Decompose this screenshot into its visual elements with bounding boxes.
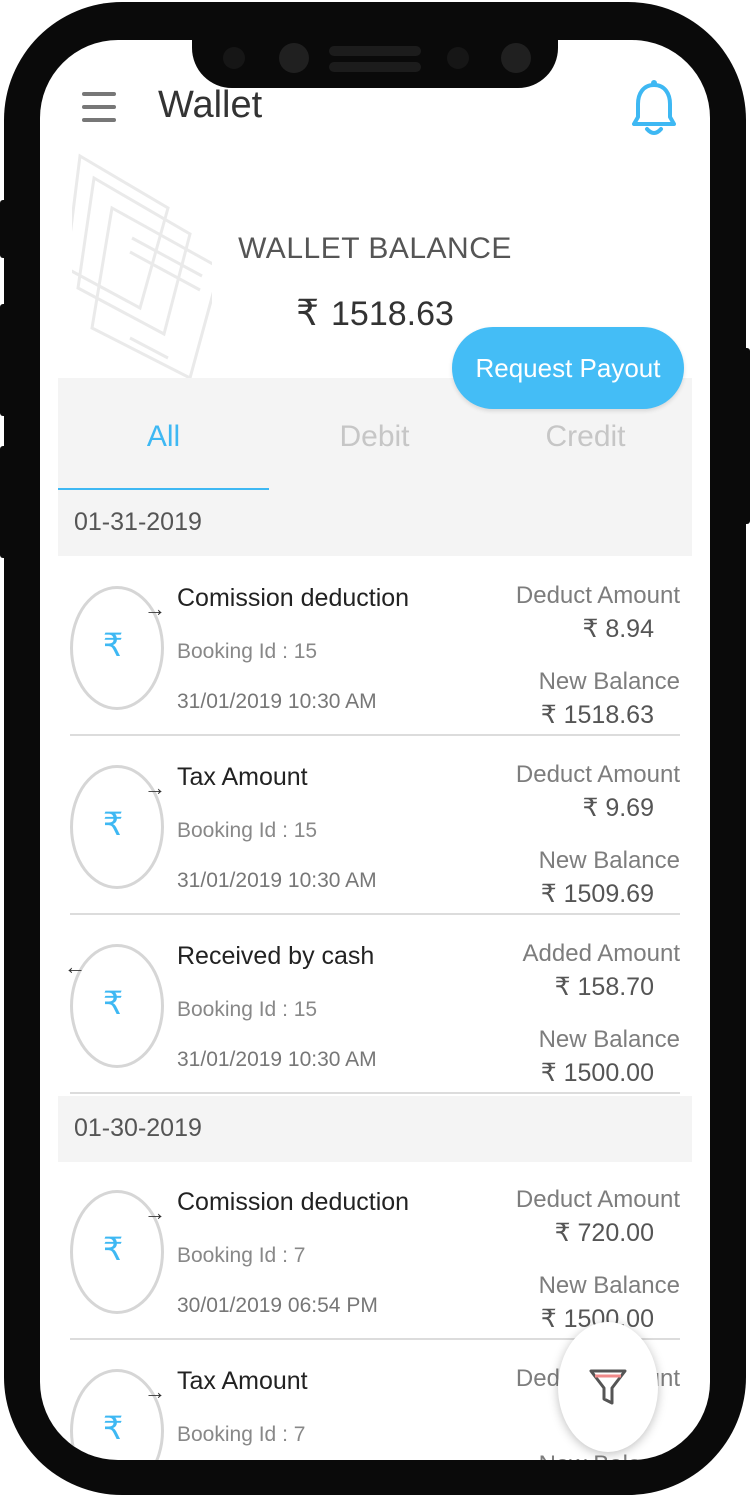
new-balance-value: ₹ 1509.69 — [540, 880, 654, 908]
date-header-label: 01-30-2019 — [74, 1114, 202, 1142]
date-header-label: 01-31-2019 — [74, 508, 202, 536]
transaction-row[interactable]: ₹ → Comission deduction Booking Id : 15 … — [58, 558, 692, 736]
rupee-icon: ₹ — [102, 806, 124, 842]
phone-power-button — [742, 348, 750, 524]
new-balance-label: New Balance — [538, 1272, 680, 1299]
phone-mute-switch — [0, 200, 8, 258]
amount-label: Deduct Amount — [515, 1186, 680, 1213]
amount-value: ₹ 9.69 — [582, 794, 654, 822]
rupee-icon: ₹ — [102, 985, 124, 1021]
arrow-right-icon: → — [144, 775, 166, 800]
date-header: 01-31-2019 — [58, 490, 692, 556]
rupee-icon: ₹ — [296, 292, 319, 333]
date-header: 01-30-2019 — [58, 1096, 692, 1162]
row-divider — [70, 1092, 680, 1094]
transaction-datetime: 31/01/2019 10:30 AM — [177, 690, 377, 713]
amount-label: Added Amount — [522, 940, 680, 967]
transaction-row[interactable]: ₹ ← Received by cash Booking Id : 15 31/… — [58, 916, 692, 1094]
balance-value: 1518.63 — [331, 295, 454, 333]
tab-debit[interactable]: Debit — [269, 420, 480, 454]
new-balance-label: New Balance — [539, 1451, 680, 1460]
new-balance-value: ₹ 1500.00 — [540, 1059, 654, 1087]
transaction-title: Tax Amount — [177, 763, 308, 791]
booking-id: Booking Id : 7 — [177, 1423, 306, 1446]
transaction-datetime: 30/01/2019 06:54 PM — [177, 1294, 378, 1317]
wallet-balance-label: WALLET BALANCE — [238, 232, 512, 265]
bell-icon[interactable] — [632, 80, 676, 138]
tab-credit[interactable]: Credit — [480, 420, 691, 454]
new-balance-label: New Balance — [538, 1026, 680, 1053]
request-payout-button[interactable]: Request Payout — [452, 327, 684, 409]
new-balance-label: New Balance — [538, 668, 680, 695]
booking-id: Booking Id : 7 — [177, 1244, 306, 1267]
rupee-icon: ₹ — [102, 1231, 124, 1267]
page-title: Wallet — [158, 84, 263, 126]
transaction-datetime: 31/01/2019 10:30 AM — [177, 1048, 377, 1071]
filter-button[interactable] — [558, 1322, 658, 1452]
amount-value: ₹ 8.94 — [582, 615, 654, 643]
phone-volume-up — [0, 304, 8, 416]
hamburger-menu-icon[interactable] — [82, 92, 116, 122]
arrow-left-icon: ← — [64, 954, 86, 979]
new-balance-value: ₹ 1518.63 — [540, 701, 654, 729]
booking-id: Booking Id : 15 — [177, 998, 318, 1021]
rupee-icon: ₹ — [102, 627, 124, 663]
transaction-row[interactable]: ₹ → Comission deduction Booking Id : 7 3… — [58, 1162, 692, 1340]
amount-label: Deduct Amount — [515, 761, 680, 788]
app-screen: Wallet WALLET BALANCE ₹1518.63 All Debit… — [40, 40, 710, 1460]
filter-funnel-icon — [589, 1369, 627, 1405]
transaction-title: Tax Amount — [177, 1367, 308, 1395]
amount-value: ₹ 720.00 — [554, 1219, 654, 1247]
phone-notch — [192, 40, 558, 88]
arrow-right-icon: → — [144, 1379, 166, 1404]
booking-id: Booking Id : 15 — [177, 819, 318, 842]
new-balance-label: New Balance — [538, 847, 680, 874]
transaction-title: Comission deduction — [177, 1188, 410, 1216]
rupee-icon: ₹ — [102, 1410, 124, 1446]
arrow-right-icon: → — [144, 1200, 166, 1225]
row-divider — [70, 734, 680, 736]
amount-label: Deduct Amount — [515, 582, 680, 609]
booking-id: Booking Id : 15 — [177, 640, 318, 663]
transaction-title: Received by cash — [177, 942, 375, 970]
amount-value: ₹ 158.70 — [554, 973, 654, 1001]
transaction-datetime: 31/01/2019 10:30 AM — [177, 869, 377, 892]
row-divider — [70, 913, 680, 915]
transaction-row[interactable]: ₹ → Tax Amount Booking Id : 15 31/01/201… — [58, 737, 692, 915]
transaction-title: Comission deduction — [177, 584, 410, 612]
tab-all[interactable]: All — [58, 420, 269, 454]
phone-volume-down — [0, 446, 8, 558]
arrow-right-icon: → — [144, 596, 166, 621]
